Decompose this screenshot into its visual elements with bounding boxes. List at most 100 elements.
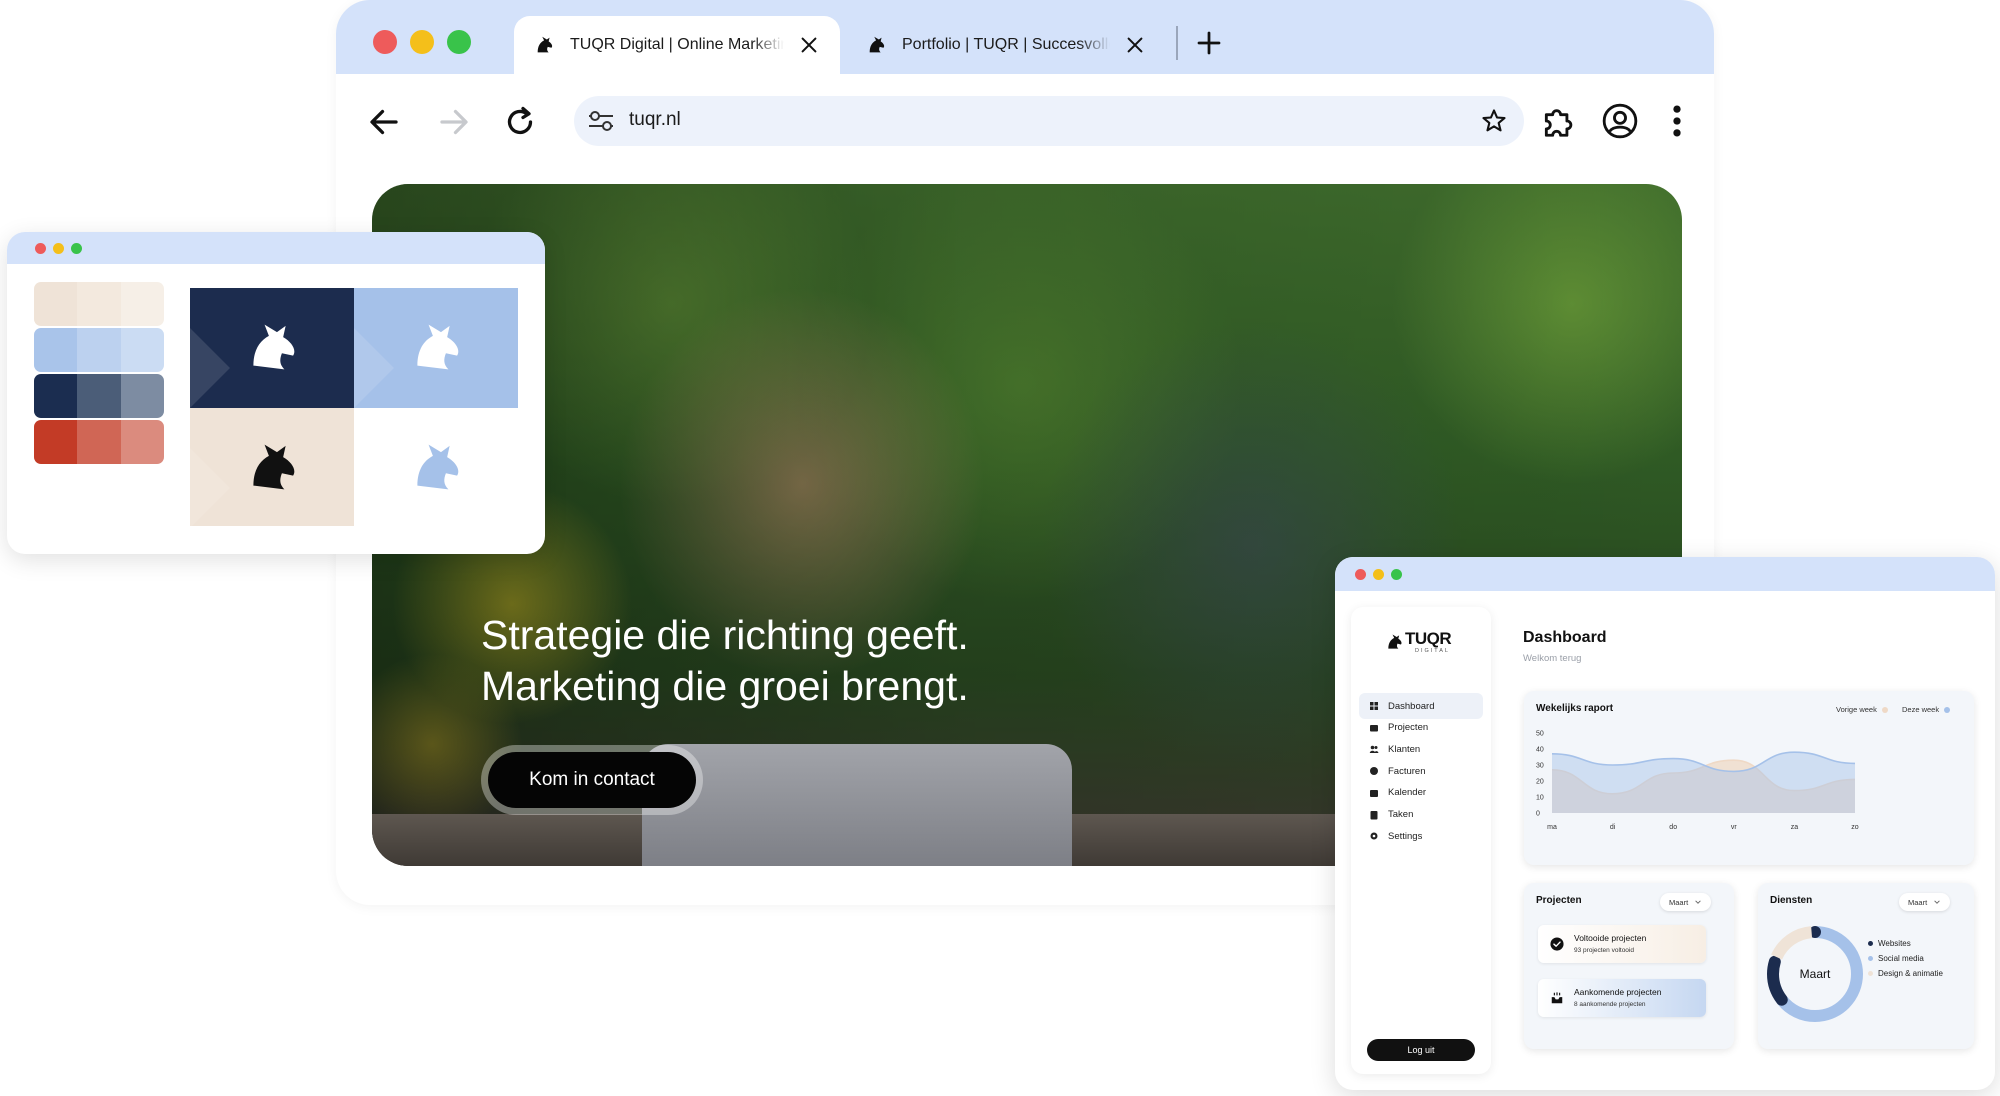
y-tick-label: 20 [1536, 779, 1544, 786]
tuqr-horse-icon [417, 444, 459, 490]
tab-separator [1176, 26, 1178, 60]
services-card: Diensten Maart Maart Websites Social medi… [1758, 883, 1974, 1049]
sidebar-item-label: Settings [1388, 830, 1423, 842]
services-month-select[interactable]: Maart [1899, 893, 1951, 911]
gear-icon [1370, 832, 1378, 840]
services-legend-item: Websites [1868, 939, 1952, 949]
arrow-right-icon[interactable] [436, 104, 472, 140]
y-tick-label: 0 [1536, 811, 1540, 818]
color-swatch [34, 374, 78, 418]
legend-label: Social media [1878, 954, 1924, 963]
minimize-window-dot[interactable] [410, 30, 434, 54]
projects-month-select[interactable]: Maart [1660, 893, 1712, 911]
item-subtitle: 8 aankomende projecten [1574, 1001, 1646, 1008]
maximize-window-dot[interactable] [447, 30, 471, 54]
chevron-down-icon [1934, 900, 1940, 904]
color-swatch [77, 374, 121, 418]
services-legend-item: Design & animatie [1868, 969, 1952, 979]
logout-button[interactable]: Log uit [1367, 1039, 1475, 1061]
legend-label: Websites [1878, 939, 1911, 948]
contact-button[interactable]: Kom in contact [488, 752, 696, 808]
tab-title: TUQR Digital | Online Marketing [570, 36, 784, 53]
color-swatch [34, 420, 78, 464]
services-legend-item: Social media [1868, 954, 1952, 964]
hero-headline: Strategie die richting geeft. Marketing … [481, 610, 969, 712]
more-vertical-icon[interactable] [1658, 102, 1696, 140]
tuqr-favicon-icon [537, 36, 553, 53]
maximize-window-dot [1391, 569, 1402, 580]
x-tick-label: vr [1731, 824, 1738, 831]
arrow-left-icon[interactable] [366, 104, 402, 140]
tune-icon[interactable] [586, 107, 616, 135]
legend-swatch [1868, 941, 1873, 946]
page-title: Dashboard [1523, 629, 1607, 646]
star-icon[interactable] [1480, 107, 1508, 135]
x-tick-label: zo [1851, 824, 1859, 831]
color-swatch [120, 328, 164, 372]
sidebar-item-label: Dashboard [1388, 700, 1435, 712]
close-window-dot[interactable] [373, 30, 397, 54]
sidebar-item-settings[interactable]: Settings [1359, 823, 1483, 849]
logo-tile [354, 408, 518, 526]
hero-photo-laptop [642, 744, 1072, 866]
sidebar-item-label: Taken [1388, 809, 1414, 820]
sidebar-item-label: Kalender [1388, 787, 1427, 799]
reload-icon[interactable] [502, 104, 538, 140]
dashboard-window: TUQR DIGITAL Dashboard Projecten Klanten Fa… [1335, 557, 1995, 1090]
color-swatch-row [34, 282, 164, 326]
dashboard-sidebar: TUQR DIGITAL Dashboard Projecten Klanten Fa… [1351, 607, 1491, 1074]
chevron-down-icon [1695, 900, 1701, 904]
services-title: Diensten [1770, 895, 1813, 906]
logo-tile [190, 408, 354, 526]
upcoming-projects-item[interactable]: Aankomende projecten 8 aankomende projec… [1538, 979, 1706, 1017]
y-tick-label: 30 [1536, 763, 1544, 770]
hero-headline-line-2: Marketing die groei brengt. [481, 663, 969, 709]
color-swatch-row [34, 328, 164, 372]
close-window-dot [1355, 569, 1366, 580]
weekly-report-card: Wekelijks raport Vorige week Deze week 0… [1524, 691, 1974, 865]
address-bar[interactable]: tuqr.nl [574, 96, 1524, 146]
close-icon[interactable] [798, 34, 820, 56]
account-circle-icon[interactable] [1601, 102, 1639, 140]
tuqr-horse-icon [253, 324, 295, 370]
y-tick-label: 50 [1536, 731, 1544, 738]
color-swatch-row [34, 374, 164, 418]
color-swatch [77, 328, 121, 372]
close-window-dot [35, 243, 46, 254]
folder-icon [1370, 724, 1378, 732]
check-circle-icon [1550, 937, 1564, 951]
mini-window-titlebar [7, 232, 545, 264]
logo-tile [354, 288, 518, 408]
close-icon[interactable] [1124, 34, 1146, 56]
color-swatch [34, 282, 78, 326]
legend-label: Design & animatie [1878, 969, 1943, 978]
users-icon [1369, 746, 1379, 754]
color-swatch [34, 328, 78, 372]
url-text[interactable]: tuqr.nl [629, 109, 681, 131]
item-title: Aankomende projecten [1574, 987, 1662, 997]
tab-portfolio[interactable]: Portfolio | TUQR | Succesvolle [856, 16, 1156, 74]
puzzle-icon[interactable] [1540, 102, 1578, 140]
plus-icon[interactable] [1194, 28, 1224, 58]
color-swatch-row [34, 420, 164, 464]
item-subtitle: 93 projecten voltooid [1574, 947, 1634, 954]
mini-window-titlebar [1335, 557, 1995, 591]
legend-swatch [1868, 971, 1873, 976]
x-tick-label: do [1669, 824, 1677, 831]
invoice-icon [1370, 767, 1378, 776]
color-swatch [120, 374, 164, 418]
completed-projects-item[interactable]: Voltooide projecten 93 projecten voltooi… [1538, 925, 1706, 963]
select-value: Maart [1908, 897, 1928, 907]
legend-swatch [1868, 956, 1873, 961]
tasks-icon [1370, 810, 1378, 819]
sidebar-item-label: Projecten [1388, 722, 1429, 734]
tab-tuqr-home[interactable]: TUQR Digital | Online Marketing [514, 16, 840, 74]
color-swatch [77, 420, 121, 464]
y-tick-label: 40 [1536, 747, 1544, 754]
maximize-window-dot [71, 243, 82, 254]
x-tick-label: ma [1547, 824, 1557, 831]
donut-center-label: Maart [1799, 967, 1831, 981]
projects-card: Projecten Maart Voltooide projecten 93 p… [1524, 883, 1734, 1049]
tuqr-favicon-icon [869, 36, 885, 53]
scene: TUQR Digital | Online Marketing Portfoli… [0, 0, 2000, 1096]
